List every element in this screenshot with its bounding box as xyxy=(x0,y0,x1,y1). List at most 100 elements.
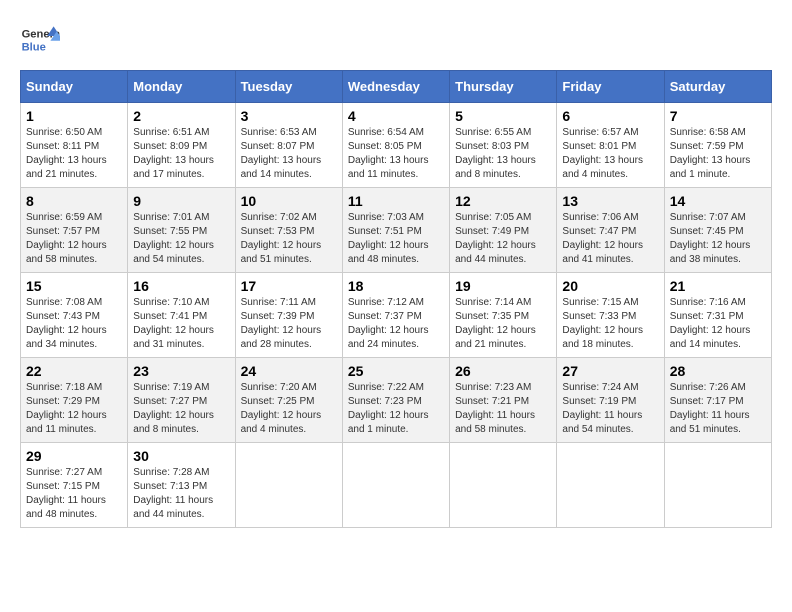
week-row-4: 22 Sunrise: 7:18 AM Sunset: 7:29 PM Dayl… xyxy=(21,358,772,443)
day-number: 12 xyxy=(455,193,551,209)
page-header: General Blue xyxy=(20,20,772,60)
day-number: 17 xyxy=(241,278,337,294)
day-cell: 1 Sunrise: 6:50 AM Sunset: 8:11 PM Dayli… xyxy=(21,103,128,188)
day-cell: 18 Sunrise: 7:12 AM Sunset: 7:37 PM Dayl… xyxy=(342,273,449,358)
day-cell: 19 Sunrise: 7:14 AM Sunset: 7:35 PM Dayl… xyxy=(450,273,557,358)
day-info: Sunrise: 7:24 AM Sunset: 7:19 PM Dayligh… xyxy=(562,381,658,437)
day-cell: 9 Sunrise: 7:01 AM Sunset: 7:55 PM Dayli… xyxy=(128,188,235,273)
day-cell: 22 Sunrise: 7:18 AM Sunset: 7:29 PM Dayl… xyxy=(21,358,128,443)
day-cell: 8 Sunrise: 6:59 AM Sunset: 7:57 PM Dayli… xyxy=(21,188,128,273)
day-cell: 6 Sunrise: 6:57 AM Sunset: 8:01 PM Dayli… xyxy=(557,103,664,188)
day-number: 10 xyxy=(241,193,337,209)
day-cell: 20 Sunrise: 7:15 AM Sunset: 7:33 PM Dayl… xyxy=(557,273,664,358)
logo: General Blue xyxy=(20,20,65,60)
day-cell xyxy=(450,443,557,528)
day-info: Sunrise: 6:51 AM Sunset: 8:09 PM Dayligh… xyxy=(133,126,229,182)
day-number: 11 xyxy=(348,193,444,209)
day-info: Sunrise: 6:55 AM Sunset: 8:03 PM Dayligh… xyxy=(455,126,551,182)
day-info: Sunrise: 7:19 AM Sunset: 7:27 PM Dayligh… xyxy=(133,381,229,437)
day-info: Sunrise: 7:11 AM Sunset: 7:39 PM Dayligh… xyxy=(241,296,337,352)
day-number: 16 xyxy=(133,278,229,294)
weekday-header-friday: Friday xyxy=(557,71,664,103)
weekday-header-monday: Monday xyxy=(128,71,235,103)
day-number: 28 xyxy=(670,363,766,379)
day-cell: 24 Sunrise: 7:20 AM Sunset: 7:25 PM Dayl… xyxy=(235,358,342,443)
day-number: 9 xyxy=(133,193,229,209)
day-info: Sunrise: 7:06 AM Sunset: 7:47 PM Dayligh… xyxy=(562,211,658,267)
day-number: 13 xyxy=(562,193,658,209)
day-cell xyxy=(342,443,449,528)
day-info: Sunrise: 7:03 AM Sunset: 7:51 PM Dayligh… xyxy=(348,211,444,267)
day-cell: 4 Sunrise: 6:54 AM Sunset: 8:05 PM Dayli… xyxy=(342,103,449,188)
day-cell: 13 Sunrise: 7:06 AM Sunset: 7:47 PM Dayl… xyxy=(557,188,664,273)
day-number: 20 xyxy=(562,278,658,294)
day-cell: 26 Sunrise: 7:23 AM Sunset: 7:21 PM Dayl… xyxy=(450,358,557,443)
day-number: 1 xyxy=(26,108,122,124)
day-info: Sunrise: 7:02 AM Sunset: 7:53 PM Dayligh… xyxy=(241,211,337,267)
day-cell: 14 Sunrise: 7:07 AM Sunset: 7:45 PM Dayl… xyxy=(664,188,771,273)
day-info: Sunrise: 7:20 AM Sunset: 7:25 PM Dayligh… xyxy=(241,381,337,437)
day-info: Sunrise: 6:53 AM Sunset: 8:07 PM Dayligh… xyxy=(241,126,337,182)
svg-text:Blue: Blue xyxy=(22,41,46,53)
week-row-2: 8 Sunrise: 6:59 AM Sunset: 7:57 PM Dayli… xyxy=(21,188,772,273)
day-cell: 3 Sunrise: 6:53 AM Sunset: 8:07 PM Dayli… xyxy=(235,103,342,188)
day-cell xyxy=(235,443,342,528)
day-info: Sunrise: 7:27 AM Sunset: 7:15 PM Dayligh… xyxy=(26,466,122,522)
day-info: Sunrise: 7:26 AM Sunset: 7:17 PM Dayligh… xyxy=(670,381,766,437)
day-info: Sunrise: 6:59 AM Sunset: 7:57 PM Dayligh… xyxy=(26,211,122,267)
day-cell: 15 Sunrise: 7:08 AM Sunset: 7:43 PM Dayl… xyxy=(21,273,128,358)
day-info: Sunrise: 7:10 AM Sunset: 7:41 PM Dayligh… xyxy=(133,296,229,352)
week-row-3: 15 Sunrise: 7:08 AM Sunset: 7:43 PM Dayl… xyxy=(21,273,772,358)
day-info: Sunrise: 7:07 AM Sunset: 7:45 PM Dayligh… xyxy=(670,211,766,267)
day-cell: 30 Sunrise: 7:28 AM Sunset: 7:13 PM Dayl… xyxy=(128,443,235,528)
day-info: Sunrise: 7:01 AM Sunset: 7:55 PM Dayligh… xyxy=(133,211,229,267)
day-info: Sunrise: 6:54 AM Sunset: 8:05 PM Dayligh… xyxy=(348,126,444,182)
day-cell: 5 Sunrise: 6:55 AM Sunset: 8:03 PM Dayli… xyxy=(450,103,557,188)
day-cell: 21 Sunrise: 7:16 AM Sunset: 7:31 PM Dayl… xyxy=(664,273,771,358)
weekday-header-tuesday: Tuesday xyxy=(235,71,342,103)
day-cell: 29 Sunrise: 7:27 AM Sunset: 7:15 PM Dayl… xyxy=(21,443,128,528)
day-number: 5 xyxy=(455,108,551,124)
day-number: 22 xyxy=(26,363,122,379)
day-number: 30 xyxy=(133,448,229,464)
weekday-header-wednesday: Wednesday xyxy=(342,71,449,103)
day-number: 21 xyxy=(670,278,766,294)
day-number: 29 xyxy=(26,448,122,464)
day-number: 7 xyxy=(670,108,766,124)
day-info: Sunrise: 6:50 AM Sunset: 8:11 PM Dayligh… xyxy=(26,126,122,182)
day-cell xyxy=(664,443,771,528)
day-cell xyxy=(557,443,664,528)
day-number: 6 xyxy=(562,108,658,124)
day-number: 8 xyxy=(26,193,122,209)
day-cell: 27 Sunrise: 7:24 AM Sunset: 7:19 PM Dayl… xyxy=(557,358,664,443)
weekday-header-thursday: Thursday xyxy=(450,71,557,103)
day-number: 2 xyxy=(133,108,229,124)
day-info: Sunrise: 7:08 AM Sunset: 7:43 PM Dayligh… xyxy=(26,296,122,352)
day-cell: 10 Sunrise: 7:02 AM Sunset: 7:53 PM Dayl… xyxy=(235,188,342,273)
day-info: Sunrise: 7:16 AM Sunset: 7:31 PM Dayligh… xyxy=(670,296,766,352)
day-cell: 11 Sunrise: 7:03 AM Sunset: 7:51 PM Dayl… xyxy=(342,188,449,273)
day-info: Sunrise: 7:23 AM Sunset: 7:21 PM Dayligh… xyxy=(455,381,551,437)
day-cell: 25 Sunrise: 7:22 AM Sunset: 7:23 PM Dayl… xyxy=(342,358,449,443)
day-cell: 23 Sunrise: 7:19 AM Sunset: 7:27 PM Dayl… xyxy=(128,358,235,443)
day-cell: 12 Sunrise: 7:05 AM Sunset: 7:49 PM Dayl… xyxy=(450,188,557,273)
day-number: 26 xyxy=(455,363,551,379)
logo-icon: General Blue xyxy=(20,20,60,60)
day-number: 24 xyxy=(241,363,337,379)
day-number: 15 xyxy=(26,278,122,294)
weekday-header-saturday: Saturday xyxy=(664,71,771,103)
day-info: Sunrise: 6:58 AM Sunset: 7:59 PM Dayligh… xyxy=(670,126,766,182)
weekday-header-row: SundayMondayTuesdayWednesdayThursdayFrid… xyxy=(21,71,772,103)
day-info: Sunrise: 7:12 AM Sunset: 7:37 PM Dayligh… xyxy=(348,296,444,352)
day-number: 25 xyxy=(348,363,444,379)
day-info: Sunrise: 7:22 AM Sunset: 7:23 PM Dayligh… xyxy=(348,381,444,437)
day-info: Sunrise: 6:57 AM Sunset: 8:01 PM Dayligh… xyxy=(562,126,658,182)
day-number: 14 xyxy=(670,193,766,209)
day-number: 18 xyxy=(348,278,444,294)
day-cell: 16 Sunrise: 7:10 AM Sunset: 7:41 PM Dayl… xyxy=(128,273,235,358)
day-info: Sunrise: 7:28 AM Sunset: 7:13 PM Dayligh… xyxy=(133,466,229,522)
weekday-header-sunday: Sunday xyxy=(21,71,128,103)
day-cell: 2 Sunrise: 6:51 AM Sunset: 8:09 PM Dayli… xyxy=(128,103,235,188)
day-number: 23 xyxy=(133,363,229,379)
day-cell: 28 Sunrise: 7:26 AM Sunset: 7:17 PM Dayl… xyxy=(664,358,771,443)
